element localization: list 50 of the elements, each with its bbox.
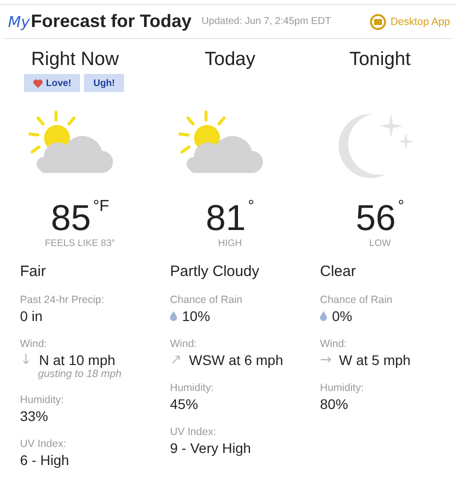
reaction-button[interactable]: Ugh!: [84, 74, 124, 92]
temperature-label: HIGH: [218, 238, 242, 249]
condition: Clear: [320, 263, 357, 280]
temperature-unit: °: [398, 198, 404, 216]
temperature-unit: °: [248, 198, 254, 216]
condition: Partly Cloudy: [170, 263, 260, 280]
detail-label: Wind:: [20, 338, 48, 350]
detail-label: Chance of Rain: [320, 294, 394, 306]
detail-value: 80%: [320, 396, 348, 412]
temperature-unit: °F: [92, 198, 110, 216]
detail-value: 10%: [182, 308, 210, 324]
temperature: 56: [356, 198, 396, 238]
temperature-label: FEELS LIKE 83°: [44, 238, 116, 249]
wind-arrow: →: [320, 352, 333, 368]
detail-label: UV Index:: [20, 438, 68, 450]
detail-label: Chance of Rain: [170, 294, 244, 306]
wind-arrow: ↓: [20, 352, 33, 368]
detail-value: 6 - High: [20, 452, 70, 468]
wind-arrow: ↗: [170, 352, 183, 368]
updated-time: Updated: Jun 7, 2:45pm EDT: [202, 16, 332, 27]
detail-value: 0%: [332, 308, 352, 324]
logo[interactable]: My: [8, 12, 30, 30]
detail-label: UV Index:: [170, 426, 218, 438]
detail-label: Humidity:: [170, 382, 215, 394]
detail-value: N at 10 mph: [39, 352, 116, 368]
temperature-label: LOW: [369, 238, 391, 249]
detail-label: Wind:: [320, 338, 348, 350]
detail-value: 33%: [20, 408, 48, 424]
gust-note: gusting to 18 mph: [38, 368, 122, 380]
period-title: Tonight: [348, 49, 412, 71]
detail-value: 45%: [170, 396, 198, 412]
detail-label: Wind:: [170, 338, 198, 350]
temperature: 85: [50, 198, 91, 238]
detail-label: Humidity:: [320, 382, 365, 394]
detail-value: 9 - Very High: [170, 440, 251, 456]
detail-label: Past 24-hr Precip:: [20, 294, 106, 306]
detail-label: Humidity:: [20, 394, 65, 406]
heart-icon: [33, 78, 43, 88]
reaction-button[interactable]: Love!: [24, 74, 80, 92]
raindrop-icon: [170, 311, 177, 321]
period-title: Today: [204, 49, 256, 71]
raindrop-icon: [320, 311, 327, 321]
page-title: Forecast for Today: [30, 11, 192, 32]
condition: Fair: [20, 263, 47, 280]
temperature: 81: [206, 198, 246, 238]
detail-value: WSW at 6 mph: [189, 352, 284, 368]
period-title: Right Now: [30, 49, 120, 71]
download-icon: [370, 14, 386, 30]
detail-value: W at 5 mph: [339, 352, 411, 368]
detail-value: 0 in: [20, 308, 43, 324]
